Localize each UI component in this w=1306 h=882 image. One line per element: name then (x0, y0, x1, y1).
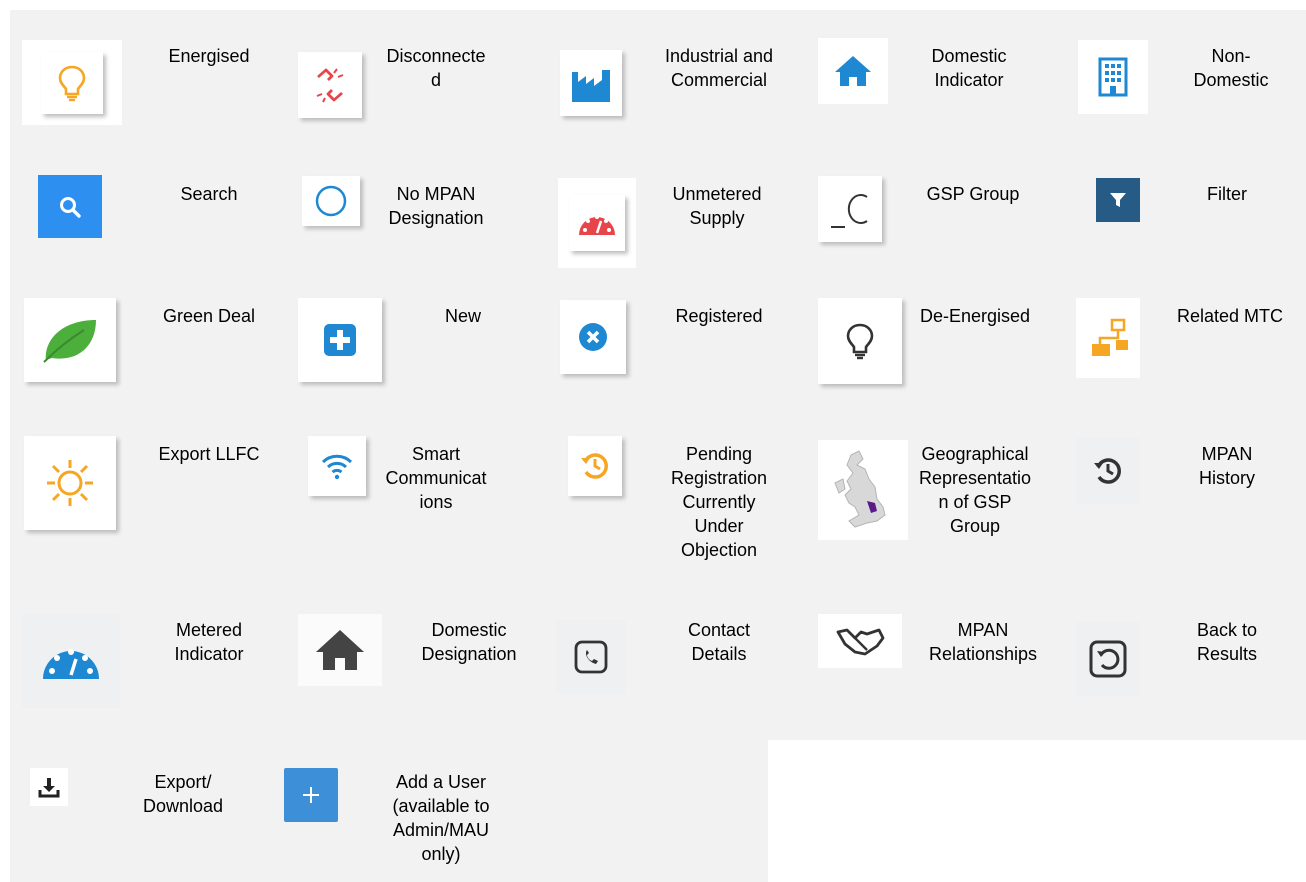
legend-label-filter: Filter (1207, 184, 1247, 204)
green-deal-tile (24, 298, 116, 382)
legend-label-add-user: Add a User (available to Admin/MAU only) (392, 772, 490, 864)
legend-label-back-to-results: Back to Results (1196, 620, 1258, 664)
search-icon (60, 196, 81, 218)
search-tile (38, 175, 102, 238)
circle-icon (315, 185, 347, 217)
undo-square-icon (1089, 640, 1127, 678)
registered-tile (560, 300, 626, 374)
sun-icon (47, 460, 93, 506)
bulb-icon (41, 51, 103, 114)
x-circle-icon (579, 323, 607, 351)
domestic-indicator-tile (818, 38, 888, 104)
handshake-icon (836, 628, 885, 656)
filter-tile (1096, 178, 1140, 222)
house-icon (316, 630, 364, 670)
gsp-group-tile (818, 176, 882, 242)
legend-label-pending-registration: Pending Registration Currently Under Obj… (670, 444, 768, 560)
mpan-history-tile (1076, 438, 1140, 504)
de-energised-tile (818, 298, 902, 384)
download-icon (38, 778, 60, 798)
mpan-relationships-tile (818, 614, 902, 668)
legend-label-mpan-relationships: MPAN Relationships (928, 620, 1038, 664)
back-to-results-tile (1076, 622, 1140, 696)
legend-label-unmetered: Unmetered Supply (672, 184, 762, 228)
related-mtc-tile (1076, 298, 1140, 378)
legend-label-domestic-indicator: Domestic Indicator (931, 46, 1007, 90)
disconnected-tile (298, 52, 362, 118)
pending-registration-tile (568, 436, 622, 496)
non-domestic-tile (1078, 40, 1148, 114)
filter-icon (1110, 193, 1126, 207)
smart-comms-tile (308, 436, 366, 496)
factory-icon (572, 70, 610, 102)
history-icon (1094, 458, 1121, 484)
legend-label-no-mpan: No MPAN Designation (388, 184, 484, 228)
industrial-tile (560, 50, 622, 116)
legend-label-energised: Energised (168, 46, 250, 66)
legend-label-export-llfc: Export LLFC (158, 444, 260, 464)
legend-label-gsp-group: GSP Group (926, 184, 1020, 204)
legend-label-smart-comms: Smart Communicat ions (385, 444, 487, 512)
unmetered-tile (558, 178, 636, 268)
export-download-tile (30, 768, 68, 806)
legend-label-registered: Registered (675, 306, 763, 326)
legend-label-search: Search (180, 184, 238, 204)
wifi-icon (321, 454, 353, 480)
phone-square-icon (574, 640, 608, 674)
office-building-icon (1098, 57, 1128, 97)
bulb-outline-icon (846, 323, 874, 360)
legend-label-new: New (444, 306, 481, 326)
domestic-designation-tile (298, 614, 382, 686)
uk-map-icon (834, 450, 886, 528)
legend-label-industrial: Industrial and Commercial (664, 46, 774, 90)
metered-tile (22, 614, 120, 708)
legend-label-disconnected: Disconnecte d (386, 46, 486, 90)
legend-label-geo-gsp: Geographical Representatio n of GSP Grou… (918, 444, 1032, 536)
new-tile (298, 298, 382, 382)
energised-tile (22, 40, 122, 125)
speedometer-icon (579, 215, 615, 235)
plus-icon (303, 787, 319, 803)
legend-label-contact-details: Contact Details (687, 620, 751, 664)
legend-label-mpan-history: MPAN History (1198, 444, 1255, 488)
leaf-icon (43, 320, 96, 363)
sitemap-icon (1092, 318, 1128, 356)
house-icon (835, 56, 871, 86)
legend-label-green-deal: Green Deal (162, 306, 256, 326)
legend-label-related-mtc: Related MTC (1176, 306, 1284, 326)
export-llfc-tile (24, 436, 116, 530)
legend-label-domestic-designation: Domestic Designation (421, 620, 517, 664)
legend-label-non-domestic: Non- Domestic (1193, 46, 1269, 90)
add-user-tile (284, 768, 338, 822)
history-icon (581, 453, 608, 479)
speedometer-icon (43, 649, 99, 679)
legend-label-metered: Metered Indicator (174, 620, 244, 664)
gsp-c-icon (831, 194, 868, 228)
plus-square-icon (324, 324, 356, 356)
broken-link-icon (316, 68, 344, 103)
unmetered-inner-tile (569, 195, 625, 251)
geo-gsp-tile (818, 440, 908, 540)
legend-label-de-energised: De-Energised (919, 306, 1031, 326)
legend-label-export-download: Export/ Download (142, 772, 224, 816)
contact-details-tile (556, 620, 626, 694)
no-mpan-tile (302, 176, 360, 226)
